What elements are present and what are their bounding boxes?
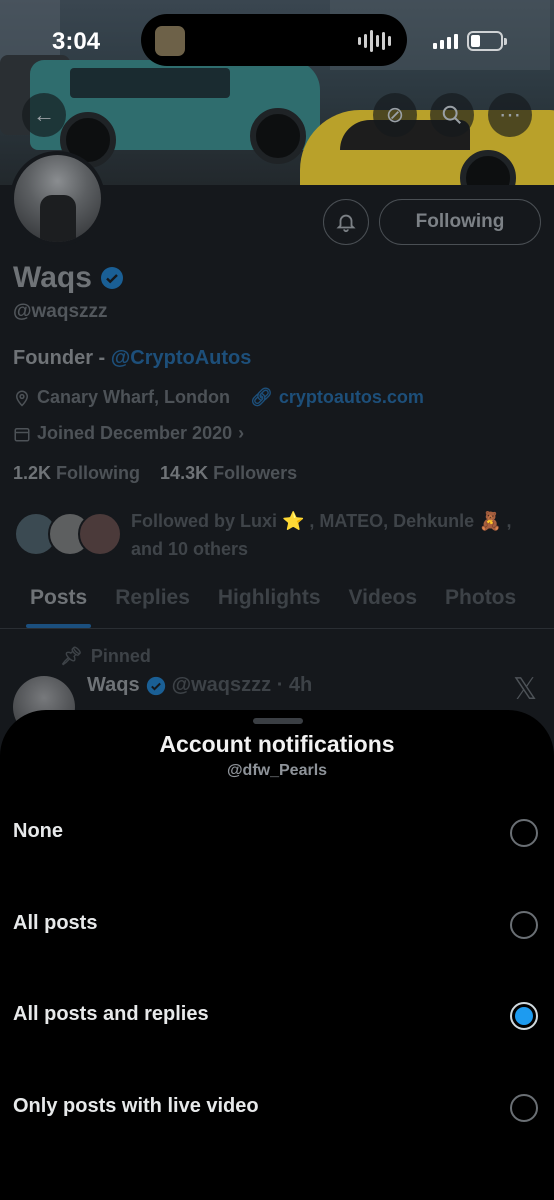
status-bar: 3:04 [0, 0, 554, 85]
post-handle-time: @waqszzz · 4h [171, 674, 313, 696]
radio-button[interactable] [510, 819, 538, 847]
tab-posts[interactable]: Posts [16, 582, 101, 628]
grok-icon: ⊘ [385, 102, 405, 127]
avatar [78, 512, 122, 556]
sheet-grabber[interactable] [253, 718, 303, 724]
tab-replies[interactable]: Replies [101, 582, 204, 628]
search-icon [442, 105, 461, 124]
divider [0, 628, 554, 629]
pin-icon: 📌︎ [60, 646, 83, 666]
website-text: cryptoautos.com [278, 387, 424, 407]
link-icon: 🔗︎ [250, 387, 273, 407]
option-none[interactable]: None [0, 792, 554, 872]
tab-videos[interactable]: Videos [335, 582, 431, 628]
radio-button-selected[interactable] [510, 1002, 538, 1030]
followers-count: 14.3K [160, 463, 209, 483]
bio-text: Founder - [13, 347, 111, 369]
back-button[interactable]: ← [22, 93, 66, 137]
calendar-icon [14, 427, 30, 441]
option-label: Only posts with live video [13, 1095, 259, 1117]
joined-text: Joined December 2020 [37, 423, 233, 443]
following-count-link[interactable]: 1.2K Following [13, 463, 140, 483]
chevron-right-icon: › [238, 423, 245, 443]
option-label: All posts [13, 912, 98, 934]
status-time: 3:04 [52, 28, 101, 55]
following-button[interactable]: Following [379, 199, 541, 245]
following-count: 1.2K [13, 463, 52, 483]
cellular-signal-icon [433, 33, 458, 49]
back-arrow-icon: ← [33, 102, 55, 127]
sheet-title: Account notifications [159, 731, 395, 757]
grok-button[interactable]: ⊘ [373, 93, 417, 137]
audio-waveform-icon [358, 30, 391, 52]
profile-bio: Founder - @CryptoAutos [13, 347, 251, 370]
following-label: Following [56, 463, 141, 483]
pinned-indicator: 📌︎ Pinned [60, 646, 151, 667]
post-author-name[interactable]: Waqs [87, 674, 140, 697]
option-live-video[interactable]: Only posts with live video [0, 1067, 554, 1147]
option-label: None [13, 820, 63, 842]
mutual-followers-avatars[interactable] [14, 512, 124, 558]
x-logo-icon: 𝕏 [513, 673, 538, 706]
profile-meta-location: Canary Wharf, London 🔗︎ cryptoautos.com [13, 387, 424, 408]
profile-joined[interactable]: Joined December 2020 › [13, 423, 244, 444]
battery-icon [467, 31, 507, 51]
tab-photos[interactable]: Photos [431, 582, 530, 628]
radio-button[interactable] [510, 1094, 538, 1122]
sheet-subtitle: @dfw_Pearls [226, 762, 328, 779]
location-pin-icon [15, 390, 29, 407]
verified-badge-icon [146, 676, 165, 695]
live-activity-app-icon [155, 26, 185, 56]
more-icon: ⋯ [499, 102, 521, 127]
location-text: Canary Wharf, London [37, 387, 230, 407]
option-all-posts[interactable]: All posts [0, 884, 554, 964]
radio-button[interactable] [510, 911, 538, 939]
followers-label: Followers [213, 463, 298, 483]
bell-icon [336, 214, 356, 233]
post-header: Waqs @waqszzz · 4h [87, 674, 312, 697]
more-button[interactable]: ⋯ [488, 93, 532, 137]
profile-handle: @waqszzz [13, 301, 108, 322]
profile-tabs: Posts Replies Highlights Videos Photos [0, 582, 554, 628]
notifications-bell-button[interactable] [323, 199, 369, 245]
profile-name-text: Waqs [13, 261, 92, 294]
mutual-followers-text[interactable]: Followed by Luxi ⭐️ , MATEO, Dehkunle 🧸 … [131, 507, 531, 563]
website-link[interactable]: 🔗︎ cryptoautos.com [250, 387, 424, 408]
option-all-posts-and-replies[interactable]: All posts and replies [0, 975, 554, 1055]
follow-counts: 1.2K Following 14.3K Followers [13, 463, 297, 484]
verified-badge-icon [100, 267, 123, 289]
tab-highlights[interactable]: Highlights [204, 582, 335, 628]
pinned-label: Pinned [90, 646, 151, 666]
profile-avatar[interactable] [10, 151, 105, 246]
profile-name: Waqs [13, 261, 124, 295]
account-notifications-sheet: Account notifications @dfw_Pearls None A… [0, 710, 554, 1200]
search-button[interactable] [430, 93, 474, 137]
option-label: All posts and replies [13, 1003, 209, 1025]
bio-mention-link[interactable]: @CryptoAutos [111, 347, 252, 369]
dynamic-island[interactable] [141, 14, 407, 66]
followers-count-link[interactable]: 14.3K Followers [160, 463, 297, 483]
